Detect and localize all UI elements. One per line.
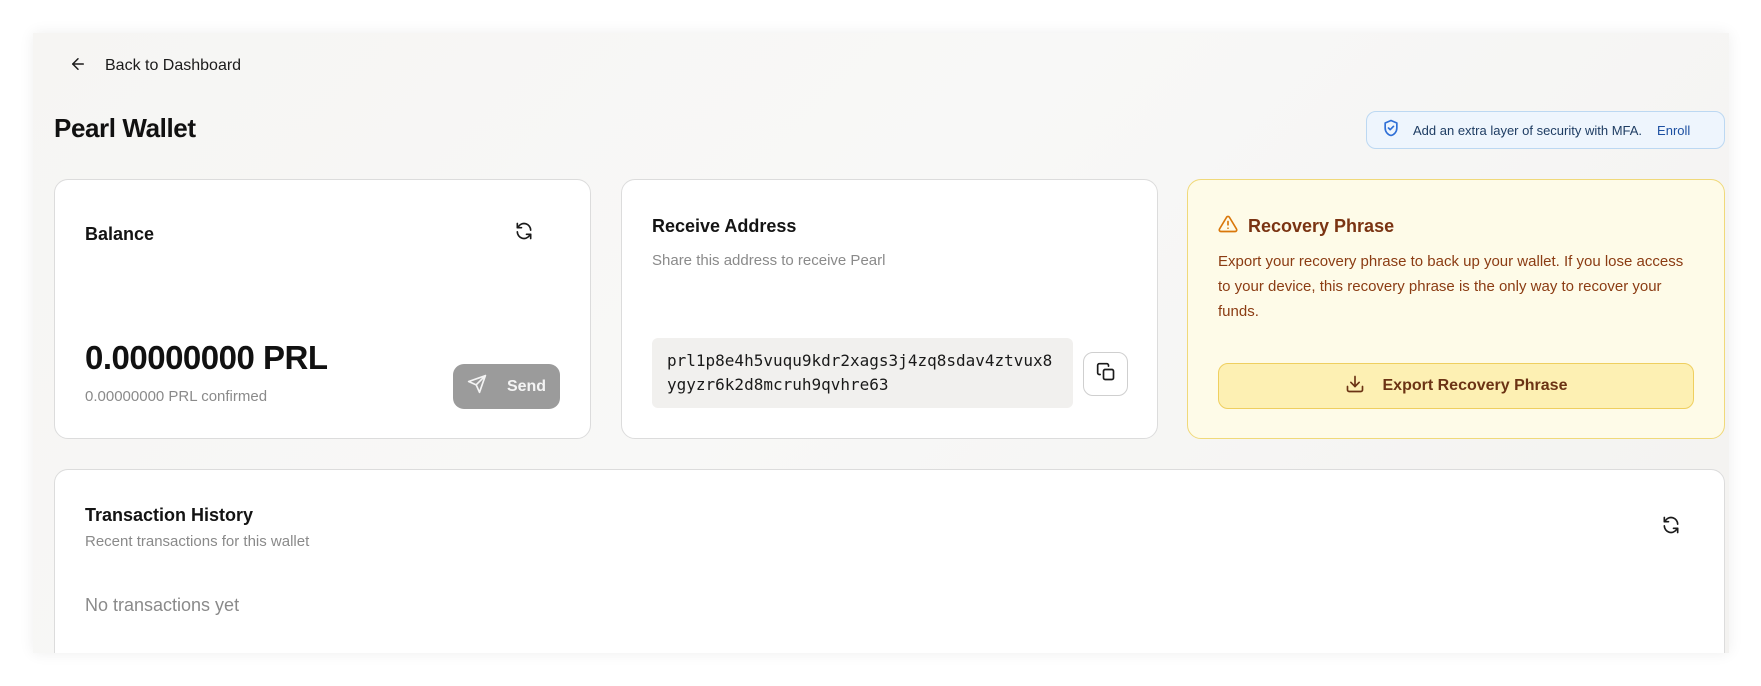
recovery-phrase-card: Recovery Phrase Export your recovery phr… [1187,179,1725,439]
transaction-history-card: Transaction History Recent transactions … [54,469,1725,653]
send-icon [467,374,487,399]
mfa-banner-text: Add an extra layer of security with MFA. [1413,122,1643,138]
export-label: Export Recovery Phrase [1382,377,1568,394]
balance-title: Balance [85,224,155,244]
warning-triangle-icon [1218,214,1238,239]
copy-address-button[interactable] [1083,352,1128,396]
send-button[interactable]: Send [453,364,560,409]
balance-confirmed: 0.00000000 PRL confirmed [85,388,268,405]
send-label: Send [506,377,547,395]
arrow-left-icon [69,55,87,78]
mfa-banner: Add an extra layer of security with MFA.… [1366,111,1725,149]
mfa-enroll-link[interactable]: Enroll [1657,123,1690,138]
shield-check-icon [1381,118,1401,143]
copy-icon [1096,362,1116,387]
empty-transactions-message: No transactions yet [85,595,240,615]
refresh-icon [1661,515,1681,540]
page-title: Pearl Wallet [54,113,196,143]
wallet-page: Back to Dashboard Pearl Wallet Add an ex… [33,33,1729,653]
back-label: Back to Dashboard [105,57,242,74]
history-subtitle: Recent transactions for this wallet [85,533,310,550]
recovery-description: Export your recovery phrase to back up y… [1218,253,1684,320]
balance-refresh-button[interactable] [511,220,537,246]
history-title: Transaction History [85,505,254,525]
receive-subtitle: Share this address to receive Pearl [652,252,886,269]
receive-address-value[interactable]: prl1p8e4h5vuqu9kdr2xags3j4zq8sdav4ztvux8… [652,338,1073,408]
balance-amount: 0.00000000 PRL [85,339,328,376]
receive-title: Receive Address [652,216,797,236]
recovery-title: Recovery Phrase [1248,216,1395,236]
back-to-dashboard-link[interactable]: Back to Dashboard [69,55,241,77]
export-recovery-phrase-button[interactable]: Export Recovery Phrase [1218,363,1694,409]
receive-address-card: Receive Address Share this address to re… [621,179,1158,439]
history-refresh-button[interactable] [1658,514,1684,540]
refresh-icon [514,221,534,246]
download-icon [1345,374,1365,399]
recovery-header: Recovery Phrase [1218,214,1394,239]
balance-card: Balance 0.00000000 PRL 0.00000000 PRL co… [54,179,591,439]
